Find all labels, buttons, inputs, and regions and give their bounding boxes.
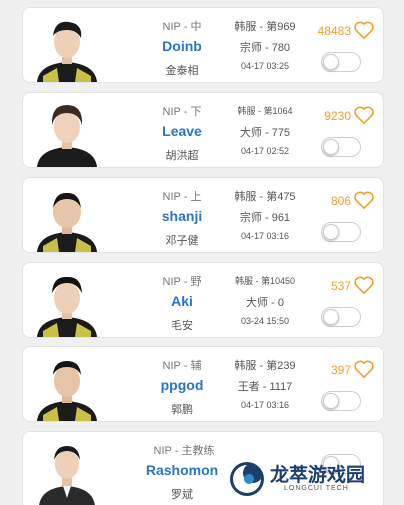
update-time: 04-17 03:25 — [240, 61, 290, 71]
follow-toggle[interactable] — [321, 307, 361, 327]
server-rank: 韩服 - 第10450 — [234, 276, 296, 286]
site-watermark: 龙萃游戏园 LONGCUI TECH — [228, 458, 388, 500]
server-rank: 韩服 - 第969 — [234, 21, 296, 33]
heart-icon[interactable] — [353, 275, 375, 295]
watermark-name: 龙萃游戏园 — [270, 464, 366, 486]
like-count: 48483 — [317, 24, 351, 38]
player-avatar — [37, 105, 97, 167]
team-role: NIP - 上 — [162, 191, 202, 203]
like-count: 537 — [330, 279, 351, 293]
player-realname: 罗斌 — [171, 489, 193, 501]
player-realname: 胡洪超 — [165, 150, 199, 162]
heart-icon[interactable] — [353, 20, 375, 40]
player-card: NIP - 辅 ppgod 郭鹏 韩服 - 第239 王者 - 1117 04-… — [22, 346, 384, 422]
player-name[interactable]: Doinb — [127, 38, 237, 54]
team-role: NIP - 下 — [162, 106, 202, 118]
server-rank: 韩服 - 第1064 — [237, 106, 293, 116]
team-role: NIP - 中 — [162, 21, 202, 33]
update-time: 04-17 03:16 — [240, 400, 290, 410]
follow-toggle[interactable] — [321, 222, 361, 242]
tier-points: 宗师 - 780 — [239, 42, 291, 54]
player-realname: 郭鹏 — [171, 404, 193, 416]
server-rank: 韩服 - 第475 — [234, 191, 296, 203]
team-role: NIP - 辅 — [162, 360, 202, 372]
player-avatar — [37, 276, 97, 337]
tier-points: 大师 - 0 — [246, 297, 284, 309]
player-realname: 毛安 — [171, 320, 193, 332]
player-name[interactable]: Leave — [127, 123, 237, 139]
player-card: NIP - 野 Aki 毛安 韩服 - 第10450 大师 - 0 03-24 … — [22, 262, 384, 338]
player-name[interactable]: Rashomon — [127, 462, 237, 478]
heart-icon[interactable] — [353, 359, 375, 379]
player-avatar — [37, 21, 97, 82]
like-count: 9230 — [324, 109, 351, 123]
player-name[interactable]: shanji — [127, 208, 237, 224]
player-avatar — [37, 361, 97, 421]
toggle-knob — [323, 309, 339, 325]
player-realname: 金泰相 — [165, 65, 199, 77]
update-time: 04-17 02:52 — [240, 146, 290, 156]
server-rank: 韩服 - 第239 — [234, 360, 296, 372]
player-avatar — [37, 192, 97, 252]
follow-toggle[interactable] — [321, 137, 361, 157]
team-role: NIP - 野 — [162, 276, 202, 288]
player-name[interactable]: Aki — [127, 293, 237, 309]
player-realname: 邓子健 — [165, 235, 199, 247]
watermark-subtitle: LONGCUI TECH — [284, 485, 349, 492]
follow-toggle[interactable] — [321, 391, 361, 411]
player-card: NIP - 中 Doinb 金泰相 韩服 - 第969 宗师 - 780 04-… — [22, 7, 384, 83]
team-role: NIP - 主教练 — [153, 445, 215, 457]
player-list: NIP - 中 Doinb 金泰相 韩服 - 第969 宗师 - 780 04-… — [0, 0, 404, 505]
toggle-knob — [323, 139, 339, 155]
like-count: 397 — [330, 363, 351, 377]
update-time: 04-17 03:16 — [240, 231, 290, 241]
player-card: NIP - 下 Leave 胡洪超 韩服 - 第1064 大师 - 775 04… — [22, 92, 384, 168]
toggle-knob — [323, 393, 339, 409]
tier-points: 王者 - 1117 — [237, 381, 293, 393]
toggle-knob — [323, 224, 339, 240]
like-count: 806 — [330, 194, 351, 208]
update-time: 03-24 15:50 — [240, 316, 290, 326]
player-card: NIP - 上 shanji 邓子健 韩服 - 第475 宗师 - 961 04… — [22, 177, 384, 253]
heart-icon[interactable] — [353, 105, 375, 125]
toggle-knob — [323, 54, 339, 70]
tier-points: 大师 - 775 — [239, 127, 291, 139]
follow-toggle[interactable] — [321, 52, 361, 72]
heart-icon[interactable] — [353, 190, 375, 210]
player-avatar — [39, 446, 95, 505]
watermark-logo-icon — [230, 462, 264, 496]
tier-points: 宗师 - 961 — [239, 212, 291, 224]
player-name[interactable]: ppgod — [127, 377, 237, 393]
